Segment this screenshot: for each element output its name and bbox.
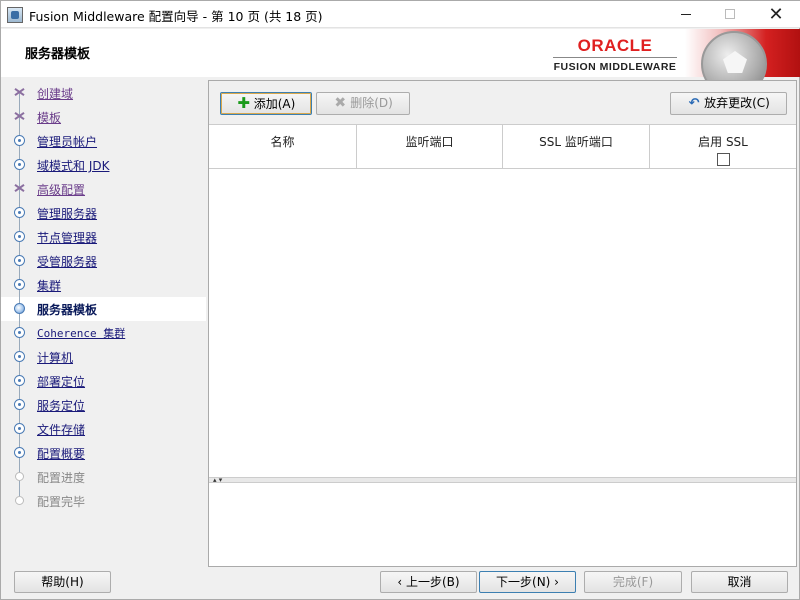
discard-changes-button[interactable]: ↶ 放弃更改(C) [670, 92, 787, 115]
app-icon [7, 7, 23, 23]
step-pending-icon [14, 135, 25, 146]
oracle-wordmark: ORACLE [577, 36, 653, 55]
step-label: 高级配置 [37, 183, 86, 197]
step-pending-icon [15, 472, 24, 481]
step-label: 管理服务器 [37, 207, 98, 221]
step-label: 配置概要 [37, 447, 86, 461]
close-icon: ✕ [768, 4, 784, 25]
table-toolbar: ✚ 添加(A) ✖ 删除(D) ↶ 放弃更改(C) [209, 81, 796, 125]
delete-button-label: 删除(D) [350, 96, 393, 110]
oracle-logo: ORACLE FUSION MIDDLEWARE [553, 37, 677, 73]
step-pending-icon [14, 159, 25, 170]
table-header: 名称 监听端口 SSL 监听端口 启用 SSL [209, 125, 796, 169]
step-item[interactable]: 节点管理器 [1, 225, 206, 249]
step-label: 受管服务器 [37, 255, 98, 269]
add-button[interactable]: ✚ 添加(A) [220, 92, 312, 115]
step-label: 域模式和 JDK [37, 159, 110, 173]
step-item[interactable]: 服务器模板 [1, 297, 206, 321]
page-header: 服务器模板 ORACLE FUSION MIDDLEWARE [1, 29, 800, 97]
step-item[interactable]: 高级配置 [1, 177, 206, 201]
maximize-button [707, 1, 753, 28]
column-header-enable-ssl[interactable]: 启用 SSL [650, 125, 796, 169]
step-item[interactable]: 服务定位 [1, 393, 206, 417]
column-header-name[interactable]: 名称 [209, 125, 357, 169]
undo-icon: ↶ [688, 96, 700, 111]
step-label: 创建域 [37, 87, 74, 101]
logo-divider [553, 57, 677, 58]
step-label: 集群 [37, 279, 62, 293]
back-button[interactable]: ‹ 上一步(B) [380, 571, 477, 593]
step-pending-icon [14, 255, 25, 266]
enable-ssl-label: 启用 SSL [698, 135, 748, 149]
details-pane [209, 483, 796, 566]
server-templates-panel: ✚ 添加(A) ✖ 删除(D) ↶ 放弃更改(C) 名称 监听端口 SSL 监听端口 … [208, 80, 797, 567]
plus-icon: ✚ [237, 94, 250, 112]
step-item: 配置进度 [1, 465, 206, 489]
step-done-icon [14, 87, 25, 98]
step-item[interactable]: 文件存储 [1, 417, 206, 441]
step-label: 服务器模板 [37, 303, 98, 317]
wizard-window: Fusion Middleware 配置向导 - 第 10 页 (共 18 页)… [0, 0, 800, 600]
delete-button[interactable]: ✖ 删除(D) [316, 92, 410, 115]
step-item[interactable]: 管理员帐户 [1, 129, 206, 153]
step-item[interactable]: 部署定位 [1, 369, 206, 393]
step-pending-icon [14, 423, 25, 434]
title-bar: Fusion Middleware 配置向导 - 第 10 页 (共 18 页)… [1, 1, 800, 28]
step-pending-icon [14, 327, 25, 338]
step-label: 模板 [37, 111, 62, 125]
step-pending-icon [14, 375, 25, 386]
help-button[interactable]: 帮助(H) [14, 571, 111, 593]
next-button[interactable]: 下一步(N) › [479, 571, 576, 593]
step-label: 服务定位 [37, 399, 86, 413]
step-pending-icon [14, 231, 25, 242]
step-label: 文件存储 [37, 423, 86, 437]
step-item[interactable]: 模板 [1, 105, 206, 129]
back-button-label: 上一步(B) [406, 575, 460, 589]
step-label: 节点管理器 [37, 231, 98, 245]
step-label: 配置完毕 [37, 495, 86, 509]
step-done-icon [14, 111, 25, 122]
step-item[interactable]: Coherence 集群 [1, 321, 206, 345]
page-title: 服务器模板 [25, 47, 91, 62]
finish-button[interactable]: 完成(F) [584, 571, 682, 593]
step-item[interactable]: 集群 [1, 273, 206, 297]
step-item[interactable]: 域模式和 JDK [1, 153, 206, 177]
add-button-label: 添加(A) [253, 97, 296, 111]
step-pending-icon [14, 279, 25, 290]
step-label: 部署定位 [37, 375, 86, 389]
step-label: 管理员帐户 [37, 135, 98, 149]
cancel-button[interactable]: 取消 [691, 571, 788, 593]
maximize-icon [725, 9, 735, 19]
step-item[interactable]: 创建域 [1, 81, 206, 105]
wizard-steps-nav: 创建域模板管理员帐户域模式和 JDK 高级配置管理服务器节点管理器受管服务器集群服… [1, 81, 206, 561]
product-wordmark: FUSION MIDDLEWARE [553, 61, 677, 73]
step-item[interactable]: 受管服务器 [1, 249, 206, 273]
delete-x-icon: ✖ [334, 95, 347, 111]
discard-button-label: 放弃更改(C) [704, 96, 770, 110]
step-item[interactable]: 管理服务器 [1, 201, 206, 225]
step-label: 计算机 [37, 351, 74, 365]
step-done-icon [14, 183, 25, 194]
step-item[interactable]: 配置概要 [1, 441, 206, 465]
step-label: Coherence 集群 [37, 327, 126, 340]
step-pending-icon [14, 351, 25, 362]
step-pending-icon [14, 207, 25, 218]
minimize-icon [681, 13, 691, 15]
step-pending-icon [15, 496, 24, 505]
close-button[interactable]: ✕ [753, 1, 799, 28]
column-header-ssl-port[interactable]: SSL 监听端口 [503, 125, 650, 169]
column-header-listen-port[interactable]: 监听端口 [357, 125, 503, 169]
step-label: 配置进度 [37, 471, 86, 485]
next-button-label: 下一步(N) [496, 575, 551, 589]
enable-ssl-all-checkbox[interactable] [716, 153, 730, 166]
step-item[interactable]: 计算机 [1, 345, 206, 369]
step-item: 配置完毕 [1, 489, 206, 513]
minimize-button[interactable] [663, 1, 709, 28]
step-pending-icon [14, 447, 25, 458]
step-pending-icon [14, 399, 25, 410]
window-title: Fusion Middleware 配置向导 - 第 10 页 (共 18 页) [29, 9, 323, 24]
server-templates-table: 名称 监听端口 SSL 监听端口 启用 SSL [209, 125, 796, 477]
step-current-icon [14, 303, 25, 314]
